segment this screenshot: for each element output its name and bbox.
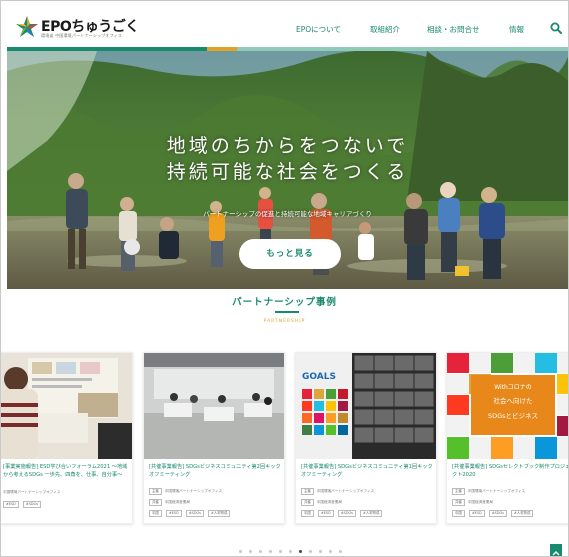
carousel-dot[interactable]: [289, 550, 292, 553]
carousel-dot[interactable]: [339, 550, 342, 553]
card-org: 主催 中国環境パートナーシップオフィス: [301, 488, 374, 495]
goals-text: GOALS: [302, 372, 336, 382]
partnership-card[interactable]: Withコロナの 社会へ向けた SDGsとビジネス [共催事業報告] SDGsセ…: [446, 352, 568, 524]
carousel-dot[interactable]: [279, 550, 282, 553]
nav-activities[interactable]: 取組紹介: [370, 24, 400, 35]
card-org: 主催 中国環境パートナーシップオフィス: [149, 488, 222, 495]
card-thumbnail: GOALS: [296, 353, 436, 459]
hero-banner: 地域のちからをつないで 持続可能な社会をつくる パートナーシップの促進と持続可能…: [7, 51, 568, 289]
arrow-up-icon: [552, 551, 560, 556]
partnership-card[interactable]: [共催事業報告] SDGsビジネスコミュニティ第2回キックオフミーティング 主催…: [143, 352, 285, 524]
tag: 主催: [149, 488, 162, 495]
carousel-dot-active[interactable]: [299, 550, 302, 553]
tag[interactable]: #SDGs: [185, 510, 204, 517]
thumb-text-1: Withコロナの: [494, 384, 532, 391]
card-title[interactable]: [共催事業報告] SDGsビジネスコミュニティ第1回キックオフミーティング: [301, 463, 433, 479]
section-title-underline: [275, 311, 299, 313]
tag[interactable]: #人材育成: [360, 510, 383, 517]
tag[interactable]: #SDGs: [337, 510, 356, 517]
card-title[interactable]: [事業実施報告] ESD学び合いフォーラム2021 ～地域から考えるSDGs 一…: [3, 463, 129, 479]
tag[interactable]: #SDGs: [488, 510, 507, 517]
card-org: 主催 中国環境パートナーシップオフィス: [452, 488, 525, 495]
site-header: EPOちゅうごく 環境省 中国環境パートナーシップオフィス EPOについて 取組…: [1, 1, 568, 51]
tag: 共催: [301, 499, 314, 506]
section-title-partnership: パートナーシップ事例: [232, 297, 337, 308]
carousel-dot[interactable]: [319, 550, 322, 553]
tag: 共催: [452, 499, 465, 506]
section-subtitle-en: PARTNERSHIP: [263, 319, 306, 324]
partnership-card[interactable]: [事業実施報告] ESD学び合いフォーラム2021 ～地域から考えるSDGs 一…: [1, 352, 133, 524]
tag[interactable]: #ESD: [3, 501, 19, 508]
nav-contact[interactable]: 相談・お問合せ: [427, 24, 480, 35]
tag[interactable]: #人材育成: [208, 510, 231, 517]
more-button[interactable]: もっと見る: [239, 239, 341, 269]
tag[interactable]: 中国: [149, 510, 162, 517]
card-tags: 中国 #ESD #SDGs #人材育成: [452, 510, 536, 517]
carousel-dot[interactable]: [259, 550, 262, 553]
page-frame: EPOちゅうごく 環境省 中国環境パートナーシップオフィス EPOについて 取組…: [0, 0, 569, 557]
nav-info[interactable]: 情報: [509, 24, 524, 35]
tag[interactable]: #ESD: [317, 510, 334, 517]
carousel-dot[interactable]: [329, 550, 332, 553]
carousel-dot[interactable]: [309, 550, 312, 553]
card-title[interactable]: [共催事業報告] SDGsビジネスコミュニティ第2回キックオフミーティング: [149, 463, 281, 479]
card-org: 中国環境パートナーシップオフィス: [3, 490, 61, 494]
hero-title-line-1: 地域のちからをつないで: [166, 135, 409, 157]
tag[interactable]: 中国: [301, 510, 314, 517]
hero-subtitle: パートナーシップの促進と持続可能な地域キャリアづくり: [203, 210, 372, 218]
site-logo[interactable]: EPOちゅうごく 環境省 中国環境パートナーシップオフィス: [15, 15, 145, 41]
hero-title-line-2: 持続可能な社会をつくる: [166, 161, 409, 183]
tag: 主催: [301, 488, 314, 495]
tag: 共催: [149, 499, 162, 506]
carousel-dot[interactable]: [249, 550, 252, 553]
thumb-text-3: SDGsとビジネス: [488, 411, 538, 420]
tag[interactable]: #ESD: [468, 510, 485, 517]
carousel-dot[interactable]: [269, 550, 272, 553]
card-thumbnail: Withコロナの 社会へ向けた SDGsとビジネス: [447, 353, 568, 459]
logo-subtitle: 環境省 中国環境パートナーシップオフィス: [41, 33, 123, 38]
card-title[interactable]: [共催事業報告] SDGsセレクトブック制作プロジェクト2020: [452, 463, 568, 479]
card-tags: 中国 #ESD #SDGs #人材育成: [301, 510, 385, 517]
tag[interactable]: #人材育成: [511, 510, 534, 517]
card-org2: 共催 中国経済産業局: [301, 499, 342, 506]
partnership-card[interactable]: GOALS [共催事業報告] SDGsビジネスコミュニティ第1回キックオフミーテ…: [295, 352, 437, 524]
nav-about[interactable]: EPOについて: [296, 24, 341, 35]
search-icon[interactable]: [550, 22, 562, 34]
tag[interactable]: #SDGs: [22, 501, 41, 508]
carousel-dot[interactable]: [239, 550, 242, 553]
card-org2: 共催 中国経済産業局: [452, 499, 493, 506]
page-top-button[interactable]: [550, 544, 562, 556]
epo-star-logo-icon: [16, 16, 38, 37]
card-thumbnail: [1, 353, 132, 459]
card-thumbnail: [144, 353, 284, 459]
card-tags: 中国 #ESD #SDGs #人材育成: [149, 510, 233, 517]
thumb-text-2: 社会へ向けた: [494, 396, 533, 405]
tag: 主催: [452, 488, 465, 495]
tag[interactable]: #ESD: [165, 510, 182, 517]
card-tags: #ESD #SDGs: [3, 501, 44, 508]
card-org2: 共催 中国経済産業局: [149, 499, 190, 506]
tag[interactable]: 中国: [452, 510, 465, 517]
